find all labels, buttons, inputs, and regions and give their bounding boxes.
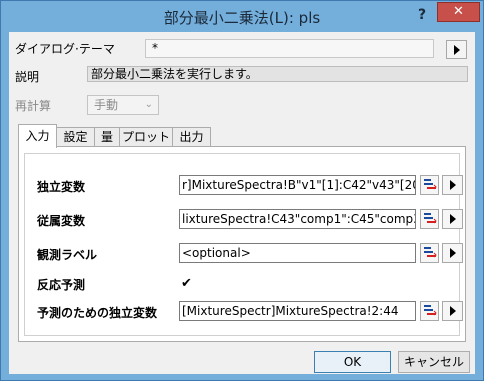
tab-quantity[interactable]: 量 — [94, 127, 120, 147]
cancel-button[interactable]: キャンセル — [398, 351, 470, 373]
prediction-independent-menu-arrow-icon[interactable] — [442, 301, 463, 321]
recalculate-value: 手動 — [94, 98, 119, 112]
independent-var-label: 独立変数 — [37, 180, 86, 194]
range-picker-icon[interactable] — [420, 301, 439, 321]
range-picker-icon[interactable] — [420, 209, 439, 229]
description-label: 説明 — [15, 70, 40, 84]
dialog-theme-field[interactable]: * — [145, 39, 434, 58]
dialog-client: ダイアログ·テーマ * 説明 部分最小二乗法を実行します。 再計算 手動 ⌄ 入… — [9, 32, 475, 374]
independent-var-field[interactable]: r]MixtureSpectra!B"v1"[1]:C42"v43"[20] — [179, 175, 416, 195]
dependent-var-label: 従属変数 — [37, 214, 86, 228]
independent-var-menu-arrow-icon[interactable] — [442, 175, 463, 195]
tab-settings[interactable]: 設定 — [56, 127, 95, 147]
description-text: 部分最小二乗法を実行します。 — [87, 66, 468, 82]
recalculate-select: 手動 ⌄ — [87, 95, 159, 115]
tab-input[interactable]: 入力 — [18, 124, 57, 148]
observation-label-menu-arrow-icon[interactable] — [442, 243, 463, 263]
prediction-independent-label: 予測のための独立変数 — [37, 306, 158, 320]
title-bar[interactable]: 部分最小二乗法(L): pls ? ✕ — [1, 1, 483, 32]
help-icon[interactable]: ? — [410, 5, 434, 25]
checkmark-icon: ✔ — [181, 276, 192, 291]
input-group: 独立変数 r]MixtureSpectra!B"v1"[1]:C42"v43"[… — [24, 153, 463, 336]
observation-label-label: 観測ラベル — [37, 248, 98, 262]
theme-menu-arrow-icon[interactable] — [446, 40, 467, 59]
dependent-var-menu-arrow-icon[interactable] — [442, 209, 463, 229]
tab-output[interactable]: 出力 — [172, 127, 211, 147]
dropdown-chevron-icon: ⌄ — [144, 99, 153, 110]
dialog-window: 部分最小二乗法(L): pls ? ✕ ダイアログ·テーマ * 説明 部分最小二… — [0, 0, 484, 381]
dependent-var-field[interactable]: lixtureSpectra!C43"comp1":C45"comp3" — [179, 209, 416, 229]
dialog-theme-label: ダイアログ·テーマ — [15, 42, 115, 56]
recalculate-label: 再計算 — [15, 99, 52, 113]
response-prediction-checkbox[interactable]: ✔ — [181, 277, 194, 290]
input-tab-panel: 独立変数 r]MixtureSpectra!B"v1"[1]:C42"v43"[… — [18, 146, 466, 342]
response-prediction-label: 反応予測 — [37, 278, 86, 292]
close-icon[interactable]: ✕ — [437, 2, 480, 22]
ok-button[interactable]: OK — [314, 351, 391, 373]
range-picker-icon[interactable] — [420, 175, 439, 195]
prediction-independent-field[interactable]: [MixtureSpectr]MixtureSpectra!2:44 — [179, 301, 416, 321]
range-picker-icon[interactable] — [420, 243, 439, 263]
tab-plot[interactable]: プロット — [119, 127, 173, 147]
observation-label-field[interactable]: <optional> — [179, 243, 416, 263]
